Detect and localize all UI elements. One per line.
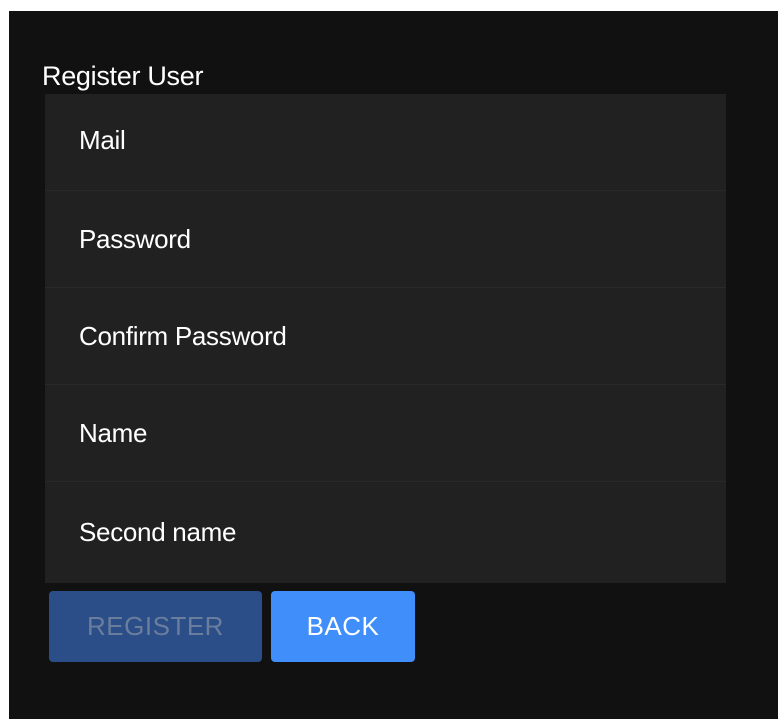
name-input[interactable] xyxy=(45,385,726,481)
back-button[interactable]: BACK xyxy=(271,591,415,662)
mail-input[interactable] xyxy=(45,94,726,190)
password-input[interactable] xyxy=(45,191,726,287)
register-button[interactable]: REGISTER xyxy=(49,591,262,662)
name-field-container xyxy=(45,385,726,482)
app-root: Register User REGISTER BACK xyxy=(9,11,778,719)
second-name-field-container xyxy=(45,482,726,583)
confirm-password-field-container xyxy=(45,288,726,385)
register-form xyxy=(45,94,726,583)
confirm-password-input[interactable] xyxy=(45,288,726,384)
page-title: Register User xyxy=(42,61,204,91)
password-field-container xyxy=(45,191,726,288)
second-name-input[interactable] xyxy=(45,482,726,583)
mail-field-container xyxy=(45,94,726,191)
